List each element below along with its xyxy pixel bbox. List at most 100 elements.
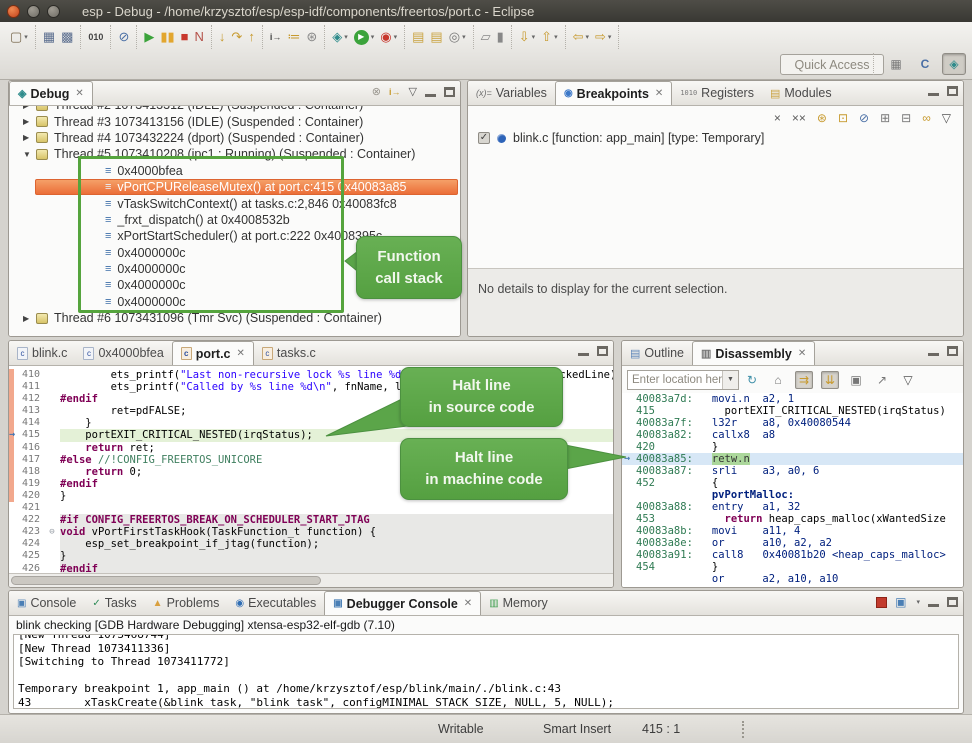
expand-all-button[interactable]: ⊞ bbox=[880, 112, 890, 124]
mark-occurrences-button[interactable]: ▮ bbox=[494, 28, 507, 46]
dropdown-arrow-icon[interactable]: ▾ bbox=[916, 598, 920, 606]
export-button[interactable]: ↗ bbox=[873, 371, 891, 389]
track-expression-button[interactable]: ⇉ bbox=[795, 371, 813, 389]
close-tab-icon[interactable]: ✕ bbox=[75, 88, 83, 99]
tab-executables[interactable]: ◉Executables bbox=[227, 591, 324, 615]
suspend-button[interactable]: ▮▮ bbox=[157, 28, 177, 46]
step-over-button[interactable]: ↷ bbox=[228, 28, 245, 46]
last-edit-location-button[interactable]: ⇩▾ bbox=[516, 28, 538, 46]
display-console-icon[interactable]: ▣ bbox=[895, 596, 906, 608]
search-button[interactable]: ◎▾ bbox=[446, 28, 469, 46]
window-close-button[interactable] bbox=[7, 5, 20, 18]
tab-memory[interactable]: ▥Memory bbox=[481, 591, 556, 615]
tab-blink-c[interactable]: c blink.c bbox=[9, 341, 75, 365]
maximize-view-icon[interactable] bbox=[444, 87, 455, 97]
go-into-button[interactable]: ⇧▾ bbox=[538, 28, 560, 46]
step-into-button[interactable]: ↓ bbox=[216, 28, 229, 46]
disassembly-content[interactable]: 40083a7d: movi.n a2, 1415 portEXIT_CRITI… bbox=[622, 393, 963, 587]
forward-button[interactable]: ⇨▾ bbox=[592, 28, 614, 46]
go-to-file-for-breakpoint-button[interactable]: ⊡ bbox=[838, 112, 848, 124]
tab-disassembly[interactable]: ▥ Disassembly ✕ bbox=[692, 341, 815, 365]
remove-all-breakpoints-button[interactable]: ×× bbox=[792, 112, 806, 124]
sync-with-debug-context-button[interactable]: ⇊ bbox=[821, 371, 839, 389]
close-tab-icon[interactable]: ✕ bbox=[655, 88, 663, 99]
save-all-button[interactable]: ▩ bbox=[58, 28, 76, 46]
cpp-perspective-button[interactable]: C bbox=[913, 53, 937, 75]
window-minimize-button[interactable] bbox=[27, 5, 40, 18]
view-menu-button[interactable]: ▽ bbox=[409, 86, 417, 98]
expanded-arrow-icon[interactable]: ▼ bbox=[23, 150, 36, 159]
terminate-button[interactable]: ■ bbox=[178, 28, 192, 46]
skip-all-breakpoints-button[interactable]: ⊘ bbox=[115, 28, 132, 46]
tab-tasks-c[interactable]: c tasks.c bbox=[254, 341, 324, 365]
minimize-view-icon[interactable] bbox=[578, 353, 589, 356]
save-button[interactable]: ▦ bbox=[40, 28, 58, 46]
breakpoint-list-item[interactable]: ✓ blink.c [function: app_main] [type: Te… bbox=[468, 129, 963, 147]
tab-tasks[interactable]: ✓Tasks bbox=[84, 591, 144, 615]
step-return-button[interactable]: ↑ bbox=[245, 28, 258, 46]
stack-frame-row[interactable]: ≡vPortCPUReleaseMutex() at port.c:415 0x… bbox=[9, 179, 460, 195]
external-tools-button[interactable]: ▱ bbox=[478, 28, 494, 46]
view-menu-button[interactable]: ▽ bbox=[899, 371, 917, 389]
breakpoint-checkbox[interactable]: ✓ bbox=[478, 132, 490, 144]
open-perspective-button[interactable]: ▦ bbox=[884, 53, 908, 75]
console-output[interactable]: [New Thread 1073468744][New Thread 10734… bbox=[13, 634, 959, 709]
debug-thread-row[interactable]: ▼Thread #5 1073410208 (ipc1 : Running) (… bbox=[9, 146, 460, 162]
resume-button[interactable]: ▶ bbox=[141, 28, 157, 46]
debug-thread-tree[interactable]: ▶Thread #2 1073413312 (IDLE) (Suspended … bbox=[9, 106, 460, 336]
minimize-view-icon[interactable] bbox=[425, 94, 436, 97]
scrollbar-thumb[interactable] bbox=[11, 576, 321, 585]
collapsed-arrow-icon[interactable]: ▶ bbox=[23, 117, 36, 126]
stack-frame-row[interactable]: ≡_frxt_dispatch() at 0x4008532b bbox=[9, 212, 460, 228]
open-resource-button[interactable]: ▤ bbox=[427, 28, 445, 46]
debug-perspective-button[interactable]: ◈ bbox=[942, 53, 966, 75]
quick-access-box[interactable]: Quick Access bbox=[780, 54, 884, 75]
run-button[interactable]: ▶▾ bbox=[351, 29, 378, 46]
window-maximize-button[interactable] bbox=[47, 5, 60, 18]
maximize-view-icon[interactable] bbox=[947, 86, 958, 96]
skip-all-breakpoints-button[interactable]: ⊘ bbox=[859, 112, 869, 124]
tab-outline[interactable]: ▤ Outline bbox=[622, 341, 692, 365]
debug-thread-row[interactable]: ▶Thread #3 1073413156 (IDLE) (Suspended … bbox=[9, 113, 460, 129]
tab-0x4000bfea[interactable]: c 0x4000bfea bbox=[75, 341, 171, 365]
minimize-view-icon[interactable] bbox=[928, 353, 939, 356]
tab-console[interactable]: ▣Console bbox=[9, 591, 84, 615]
stack-frame-row[interactable]: ≡0x4000bfea bbox=[9, 163, 460, 179]
horizontal-scrollbar[interactable] bbox=[9, 573, 613, 587]
copy-button[interactable]: ▣ bbox=[847, 371, 865, 389]
tab-modules[interactable]: ▤ Modules bbox=[762, 81, 840, 105]
maximize-view-icon[interactable] bbox=[947, 346, 958, 356]
disconnect-button[interactable]: N bbox=[192, 28, 207, 46]
remove-all-terminated-button[interactable]: ⊗ bbox=[372, 86, 381, 98]
minimize-view-icon[interactable] bbox=[928, 93, 939, 96]
instruction-stepping-button[interactable]: i→ bbox=[267, 28, 285, 46]
new-wizard-button[interactable]: ▢▾ bbox=[7, 28, 31, 46]
debug-thread-row[interactable]: ▶Thread #4 1073432224 (dport) (Suspended… bbox=[9, 130, 460, 146]
tab-variables[interactable]: (x)= Variables bbox=[468, 81, 555, 105]
debug-thread-row[interactable]: ▶Thread #6 1073431096 (Tmr Svc) (Suspend… bbox=[9, 310, 460, 326]
refresh-view-button[interactable]: ↻ bbox=[743, 371, 761, 389]
tab-problems[interactable]: ▲Problems bbox=[145, 591, 228, 615]
close-tab-icon[interactable]: ✕ bbox=[464, 598, 472, 609]
collapsed-arrow-icon[interactable]: ▶ bbox=[23, 314, 36, 323]
chevron-down-icon[interactable]: ▼ bbox=[722, 371, 738, 389]
debug-button[interactable]: ◈▾ bbox=[329, 28, 351, 46]
close-tab-icon[interactable]: ✕ bbox=[798, 348, 806, 359]
instruction-stepping-mode-button[interactable]: i→ bbox=[389, 86, 401, 98]
collapsed-arrow-icon[interactable]: ▶ bbox=[23, 106, 36, 110]
home-button[interactable]: ⌂ bbox=[769, 371, 787, 389]
use-step-filters-button[interactable]: ⊛ bbox=[303, 28, 320, 46]
open-element-button[interactable]: ▤ bbox=[409, 28, 427, 46]
remove-launch-icon[interactable] bbox=[876, 597, 887, 608]
profile-button[interactable]: ◉▾ bbox=[377, 28, 400, 46]
link-with-debug-view-button[interactable]: ∞ bbox=[922, 112, 931, 124]
back-button[interactable]: ⇦▾ bbox=[570, 28, 592, 46]
tab-breakpoints[interactable]: ◉ Breakpoints ✕ bbox=[555, 81, 672, 105]
show-breakpoints-supported-button[interactable]: ⊛ bbox=[817, 112, 827, 124]
minimize-view-icon[interactable] bbox=[928, 604, 939, 607]
location-input[interactable]: Enter location here ▼ bbox=[627, 370, 739, 390]
close-tab-icon[interactable]: ✕ bbox=[237, 348, 245, 359]
tab-registers[interactable]: 1010 Registers bbox=[672, 81, 762, 105]
tab-port-c[interactable]: c port.c ✕ bbox=[172, 341, 254, 365]
tab-debug[interactable]: ◈ Debug ✕ bbox=[9, 81, 93, 105]
